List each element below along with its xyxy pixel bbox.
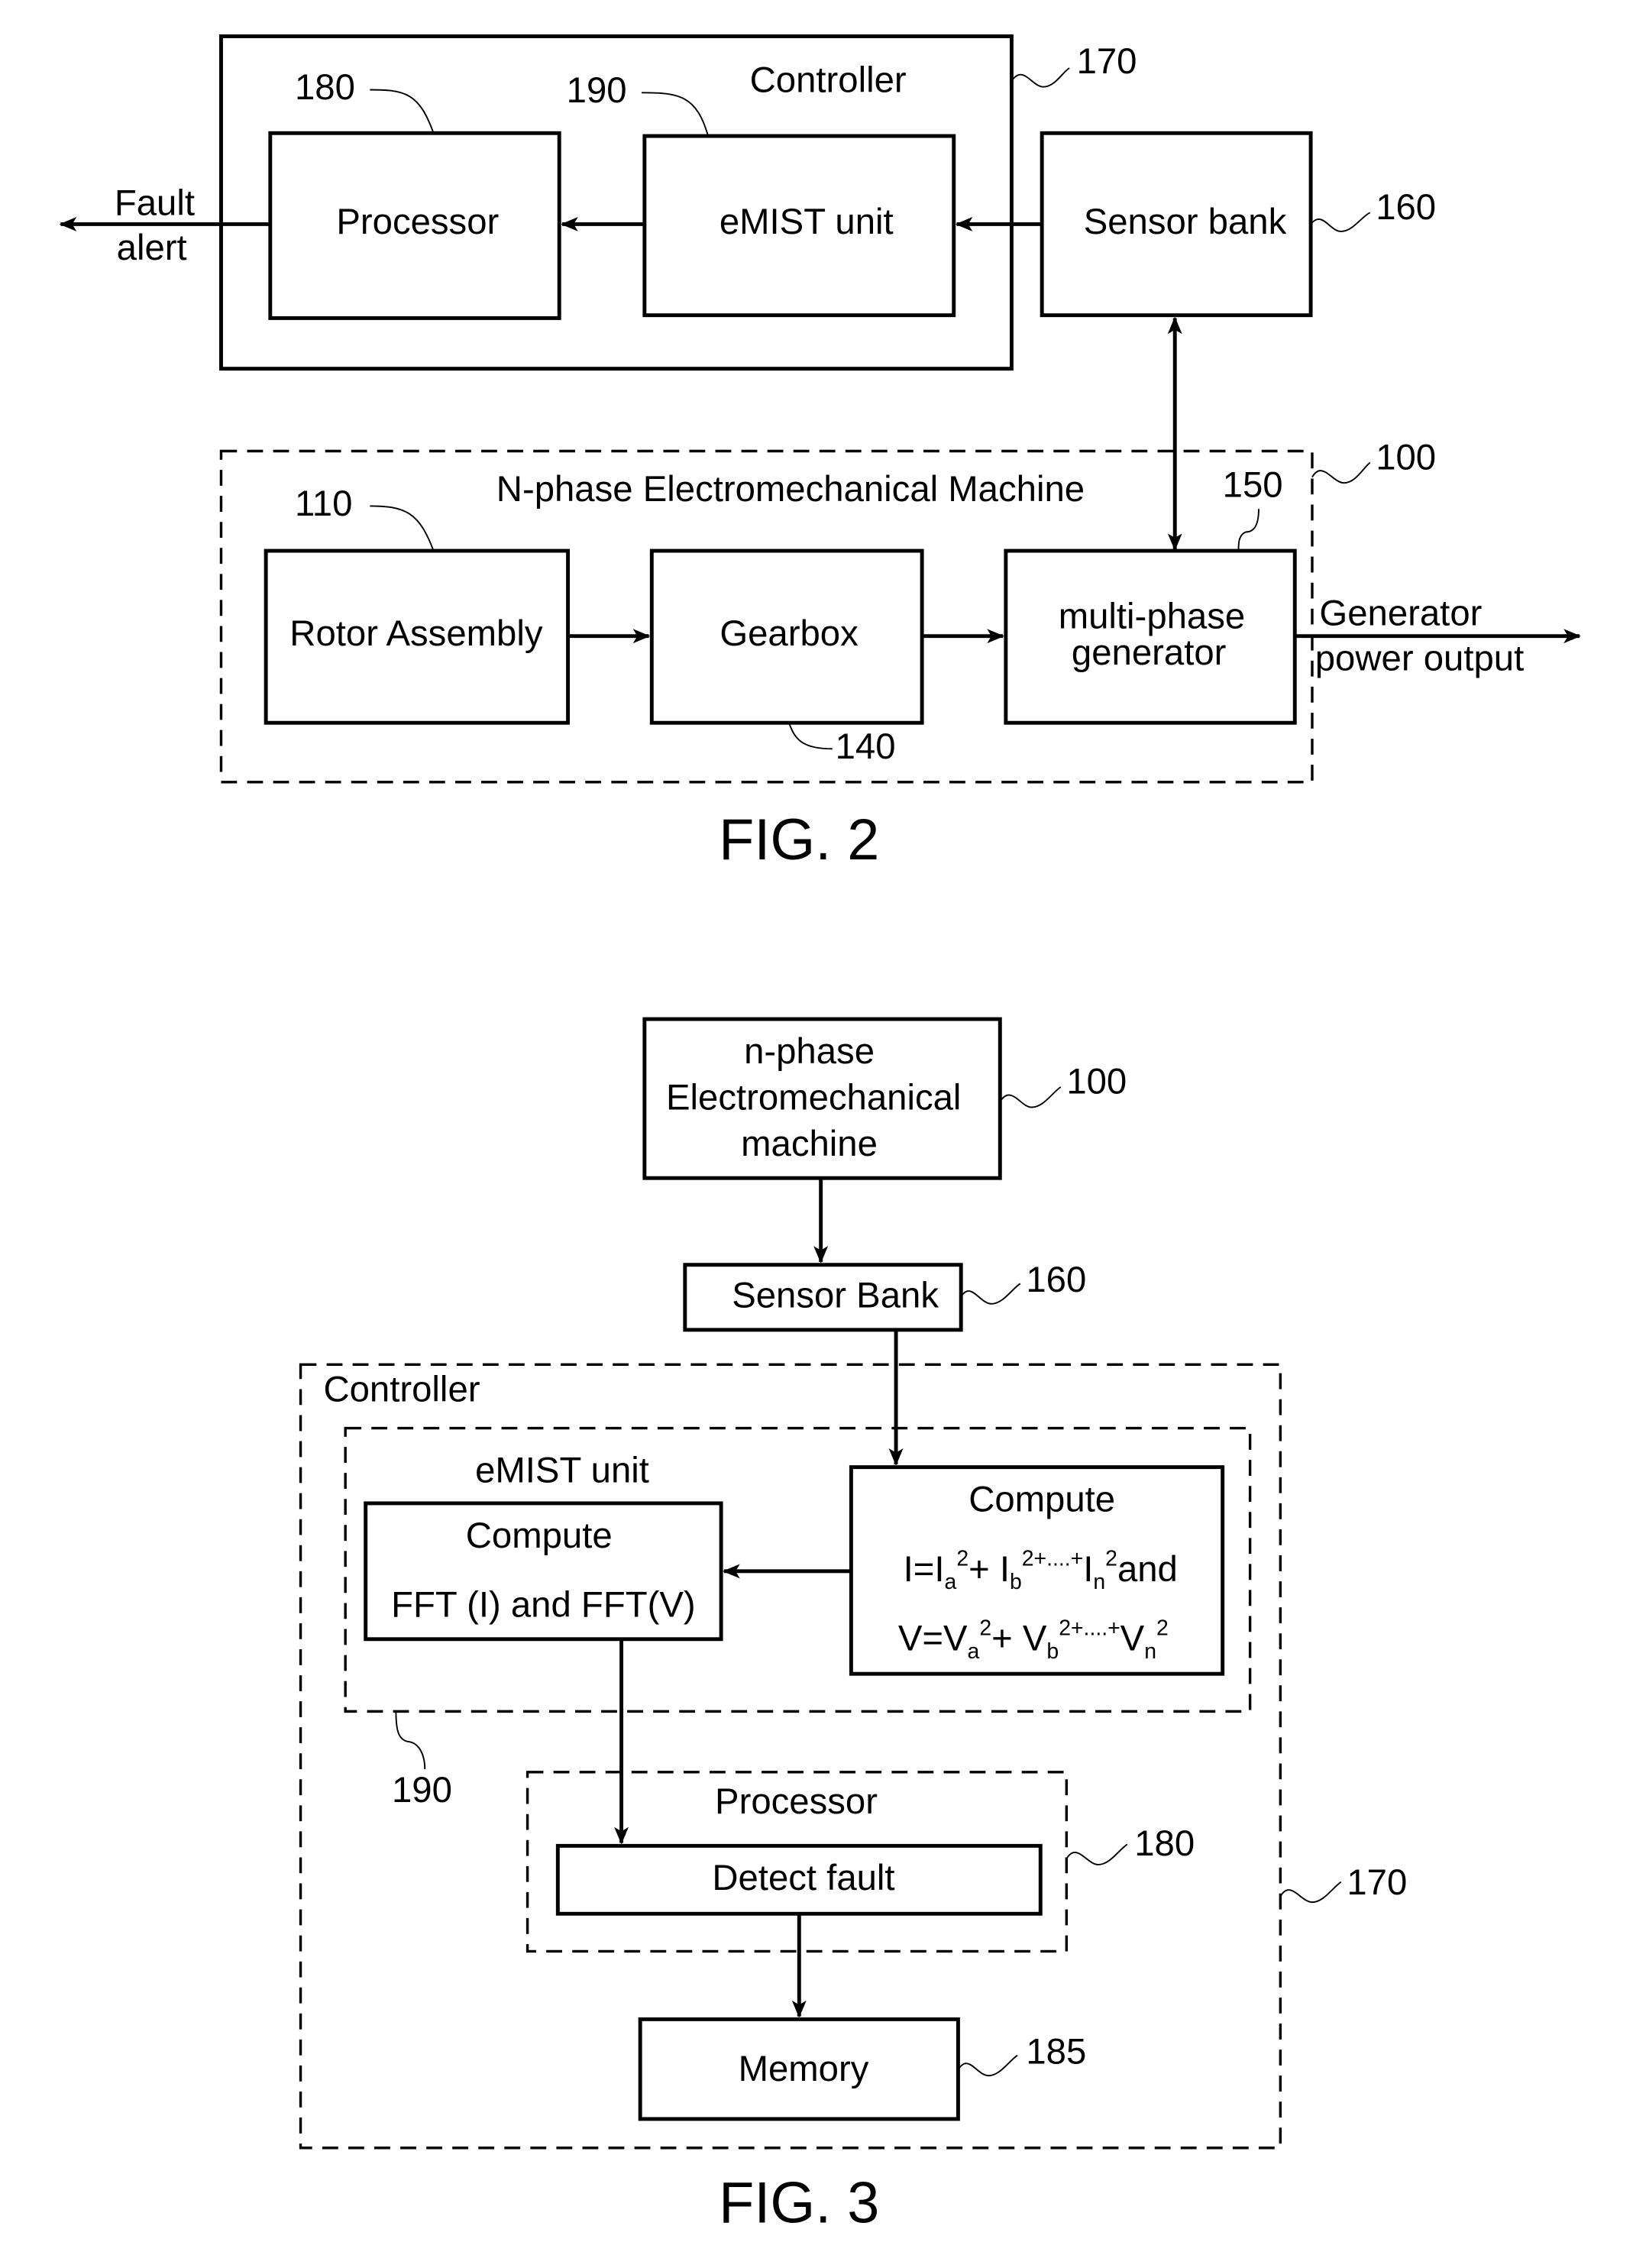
fig2-gearbox-ref: 140 bbox=[836, 726, 896, 767]
fig2-controller-label: Controller bbox=[750, 60, 907, 101]
patent-drawing: Controller 170 Processor 180 eMIST unit … bbox=[59, 34, 1581, 2235]
fig2-output-line1: Generator bbox=[1319, 594, 1482, 634]
fig3-compute-eq-v: V=Va2+ Vb2+....+Vn2 bbox=[898, 1616, 1169, 1663]
fig3-controller-ref: 170 bbox=[1347, 1862, 1407, 1903]
fig3-processor-ref: 180 bbox=[1134, 1823, 1195, 1864]
fig2-rotor-leader bbox=[370, 505, 435, 552]
fig3-machine-ref: 100 bbox=[1066, 1062, 1127, 1102]
fig3-memory-ref: 185 bbox=[1026, 2031, 1086, 2072]
fig3-sensor-bank-label: Sensor Bank bbox=[732, 1276, 939, 1316]
fig2-sensor-bank-label: Sensor bank bbox=[1084, 202, 1287, 242]
fig3-fft-line2: FFT (I) and FFT(V) bbox=[391, 1585, 696, 1626]
fig3-sensor-bank-ref: 160 bbox=[1026, 1260, 1086, 1300]
fig2-gearbox-label: Gearbox bbox=[719, 613, 859, 654]
fig2-emist-label: eMIST unit bbox=[719, 202, 894, 242]
fig2-controller-leader bbox=[1011, 67, 1070, 88]
fig3-caption: FIG. 3 bbox=[719, 2170, 879, 2235]
fig2-generator-ref: 150 bbox=[1223, 464, 1283, 505]
fig3-sensor-bank-leader bbox=[960, 1283, 1021, 1305]
fig3-machine-leader bbox=[999, 1086, 1062, 1108]
fig2-rotor-ref: 110 bbox=[295, 484, 352, 524]
fig3-fft-line1: Compute bbox=[466, 1516, 613, 1556]
fig3-emist-label: eMIST unit bbox=[475, 1451, 649, 1491]
fig2-caption: FIG. 2 bbox=[719, 807, 879, 872]
fig2-fault-alert-line1: Fault bbox=[115, 183, 195, 223]
fig2-generator-leader bbox=[1237, 509, 1260, 552]
fig3: n-phase Electromechanical machine 100 Se… bbox=[299, 1017, 1407, 2235]
fig3-emist-ref: 190 bbox=[392, 1770, 452, 1810]
fig2-processor-ref: 180 bbox=[295, 67, 355, 108]
fig3-controller-label: Controller bbox=[323, 1370, 480, 1410]
fig2-processor-label: Processor bbox=[336, 202, 499, 242]
fig2: Controller 170 Processor 180 eMIST unit … bbox=[59, 34, 1581, 872]
fig3-machine-line3: machine bbox=[741, 1124, 878, 1164]
fig2-fault-alert-line2: alert bbox=[117, 228, 187, 268]
fig2-machine-ref: 100 bbox=[1376, 437, 1436, 477]
fig2-emist-ref: 190 bbox=[567, 70, 627, 111]
fig3-compute-line1: Compute bbox=[968, 1480, 1115, 1520]
fig3-processor-leader bbox=[1065, 1843, 1128, 1865]
fig2-sensor-bank-ref: 160 bbox=[1376, 187, 1436, 228]
fig2-machine-leader bbox=[1311, 461, 1371, 484]
fig3-processor-label: Processor bbox=[715, 1781, 878, 1822]
fig2-sensor-bank-leader bbox=[1310, 212, 1371, 232]
fig3-detect-fault-label: Detect fault bbox=[712, 1858, 894, 1898]
fig3-machine-line2: Electromechanical bbox=[666, 1078, 961, 1118]
fig3-emist-leader bbox=[395, 1711, 426, 1770]
fig2-generator-line1: multi-phase bbox=[1059, 596, 1245, 636]
fig2-machine-label: N-phase Electromechanical Machine bbox=[496, 469, 1085, 510]
fig2-gearbox-leader bbox=[788, 722, 833, 750]
fig3-memory-label: Memory bbox=[739, 2049, 869, 2089]
fig2-output-line2: power output bbox=[1315, 638, 1524, 678]
fig2-controller-ref: 170 bbox=[1077, 41, 1137, 82]
fig3-controller-leader bbox=[1279, 1881, 1342, 1904]
fig3-machine-line1: n-phase bbox=[744, 1031, 875, 1072]
fig3-memory-leader bbox=[957, 2054, 1018, 2077]
fig2-generator-line2: generator bbox=[1072, 633, 1226, 673]
fig2-rotor-label: Rotor Assembly bbox=[289, 613, 543, 654]
